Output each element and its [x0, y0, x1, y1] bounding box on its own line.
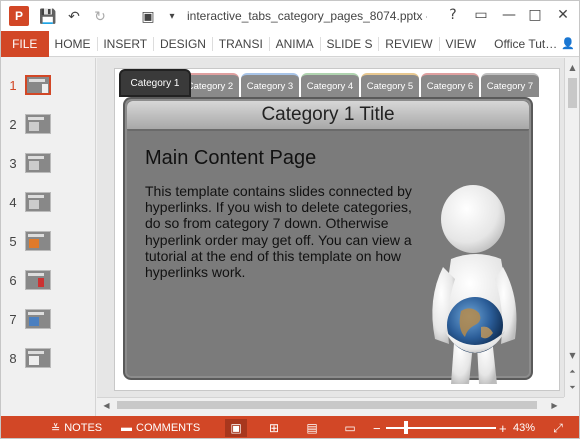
window-title: interactive_tabs_category_pages_8074.ppt…: [187, 9, 427, 23]
ribbon-tabs: FILE HOME INSERT DESIGN TRANSI ANIMA SLI…: [1, 30, 579, 57]
scroll-right-icon[interactable]: ▶: [547, 398, 562, 413]
thumbnail-number: 3: [9, 155, 17, 171]
powerpoint-logo-icon[interactable]: P: [9, 6, 29, 26]
powerpoint-window: P 💾 ↶ ↻ ▣ ▾ interactive_tabs_category_pa…: [0, 0, 580, 439]
thumbnail-image[interactable]: [25, 192, 51, 212]
thumbnail-slide-1[interactable]: 1: [1, 70, 96, 100]
thumbnail-slide-5[interactable]: 5: [1, 226, 96, 256]
user-icon[interactable]: 👤: [557, 31, 579, 57]
tab-category-3[interactable]: Category 3: [241, 73, 299, 97]
notes-label: NOTES: [64, 422, 103, 434]
comments-label: COMMENTS: [136, 422, 201, 434]
notes-button[interactable]: ≚ NOTES: [51, 420, 102, 436]
tab-view[interactable]: VIEW: [439, 31, 482, 57]
thumbnail-image[interactable]: [25, 348, 51, 368]
scroll-left-icon[interactable]: ◀: [99, 398, 114, 413]
file-tab[interactable]: FILE: [1, 30, 49, 57]
undo-icon[interactable]: ↶: [63, 6, 85, 26]
tab-review[interactable]: REVIEW: [379, 31, 438, 57]
thumbnail-image[interactable]: [25, 75, 51, 95]
zoom-slider-knob[interactable]: [404, 421, 409, 434]
body-text[interactable]: This template contains slides connected …: [145, 183, 413, 280]
thumbnail-number: 2: [9, 116, 17, 132]
close-icon[interactable]: ✕: [551, 5, 575, 25]
thumbnail-slide-4[interactable]: 4: [1, 187, 96, 217]
thumbnail-number: 6: [9, 272, 17, 288]
next-slide-icon[interactable]: ⏷: [565, 380, 579, 395]
category-title[interactable]: Category 1 Title: [127, 101, 529, 131]
tab-home[interactable]: HOME: [49, 31, 97, 57]
thumbnail-slide-8[interactable]: 8: [1, 343, 96, 373]
ribbon-display-icon[interactable]: ▭: [469, 5, 493, 25]
comments-button[interactable]: ▬ COMMENTS: [121, 420, 200, 436]
thumbnail-image[interactable]: [25, 270, 51, 290]
thumbnail-slide-6[interactable]: 6: [1, 265, 96, 295]
category-tabs: Category 2 Category 3 Category 4 Categor…: [119, 69, 539, 101]
save-icon[interactable]: 💾: [37, 6, 59, 26]
horizontal-scroll-thumb[interactable]: [117, 401, 537, 409]
tab-category-7[interactable]: Category 7: [481, 73, 539, 97]
zoom-level[interactable]: 43%: [513, 420, 535, 436]
redo-icon[interactable]: ↻: [89, 6, 111, 26]
help-icon[interactable]: ?: [441, 5, 465, 25]
thumbnail-number: 5: [9, 233, 17, 249]
thumbnail-number: 7: [9, 311, 17, 327]
tab-slide-show[interactable]: SLIDE S: [320, 31, 378, 57]
content-panel: Category 1 Title Main Content Page This …: [123, 97, 533, 384]
horizontal-scrollbar[interactable]: ◀ ▶: [97, 397, 564, 411]
thumbnail-number: 8: [9, 350, 17, 366]
thumbnail-image[interactable]: [25, 231, 51, 251]
slide-thumbnails-pane: 1 2 3 4 5 6 7 8: [1, 58, 96, 416]
scroll-up-icon[interactable]: ▲: [565, 60, 579, 75]
fit-slide-icon[interactable]: ⤢: [547, 419, 569, 437]
slide-editing-area[interactable]: Category 1 Title Main Content Page This …: [97, 58, 564, 397]
notes-icon: ≚: [51, 422, 61, 435]
thumbnail-image[interactable]: [25, 153, 51, 173]
tab-design[interactable]: DESIGN: [154, 31, 212, 57]
thumbnail-slide-3[interactable]: 3: [1, 148, 96, 178]
reading-view-button[interactable]: ▤: [301, 419, 323, 437]
status-bar: ≚ NOTES ▬ COMMENTS ▣ ⊞ ▤ ▭ − + 43% ⤢: [1, 416, 579, 438]
minimize-icon[interactable]: —: [497, 5, 521, 25]
tab-category-4[interactable]: Category 4: [301, 73, 359, 97]
figure-holding-globe-icon[interactable]: [421, 179, 531, 389]
slide-sorter-button[interactable]: ⊞: [263, 419, 285, 437]
thumbnail-image[interactable]: [25, 114, 51, 134]
vertical-scrollbar[interactable]: ▲ ▼ ⏶ ⏷: [564, 58, 579, 397]
title-bar: P 💾 ↶ ↻ ▣ ▾ interactive_tabs_category_pa…: [1, 1, 579, 31]
thumbnail-number: 1: [9, 77, 17, 93]
slide-show-button[interactable]: ▭: [339, 419, 361, 437]
vertical-scroll-thumb[interactable]: [568, 78, 577, 108]
current-slide[interactable]: Category 1 Title Main Content Page This …: [114, 68, 560, 391]
tab-insert[interactable]: INSERT: [97, 31, 153, 57]
thumbnail-slide-7[interactable]: 7: [1, 304, 96, 334]
zoom-slider[interactable]: [386, 427, 496, 429]
normal-view-button[interactable]: ▣: [225, 419, 247, 437]
maximize-icon[interactable]: □: [523, 5, 547, 25]
zoom-out-button[interactable]: −: [373, 420, 381, 436]
tab-category-5[interactable]: Category 5: [361, 73, 419, 97]
zoom-in-button[interactable]: +: [499, 420, 507, 436]
tab-category-6[interactable]: Category 6: [421, 73, 479, 97]
thumbnail-slide-2[interactable]: 2: [1, 109, 96, 139]
previous-slide-icon[interactable]: ⏶: [565, 364, 579, 379]
thumbnail-number: 4: [9, 194, 17, 210]
comments-icon: ▬: [121, 422, 132, 434]
customize-qat-icon[interactable]: ▾: [161, 6, 183, 26]
start-presentation-icon[interactable]: ▣: [137, 6, 159, 26]
main-heading[interactable]: Main Content Page: [145, 147, 316, 170]
scroll-down-icon[interactable]: ▼: [565, 348, 579, 363]
tab-animations[interactable]: ANIMA: [270, 31, 320, 57]
account-name[interactable]: Office Tut…: [494, 37, 557, 51]
tab-transitions[interactable]: TRANSI: [213, 31, 269, 57]
thumbnail-image[interactable]: [25, 309, 51, 329]
tab-category-1[interactable]: Category 1: [119, 69, 191, 97]
